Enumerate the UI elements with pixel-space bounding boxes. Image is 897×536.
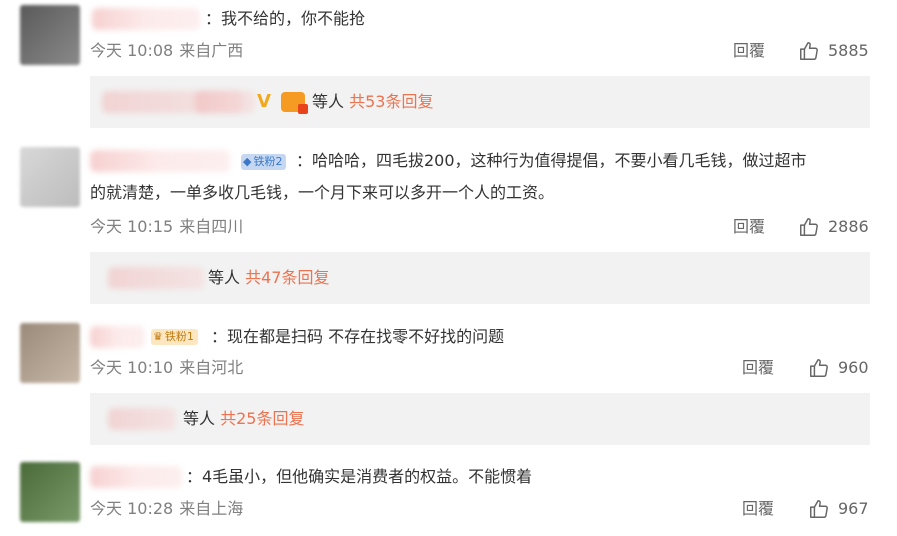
sub-reply-users-suffix: 等人 [183, 409, 216, 428]
sub-reply-users-suffix: 等人 [208, 268, 241, 287]
like-button[interactable]: 2886 [798, 216, 869, 238]
comment-location: 来自河北 [179, 358, 244, 377]
fan-badge-label: 铁粉2 [253, 155, 283, 168]
sub-reply-users-blurred [108, 408, 176, 430]
username-blurred[interactable] [90, 150, 230, 172]
sub-replies-box[interactable]: 等人 共25条回复 [90, 393, 870, 445]
like-button[interactable]: 960 [808, 357, 869, 379]
reply-button[interactable]: 回覆 [733, 216, 765, 238]
thumbs-up-icon [800, 42, 818, 60]
comment-meta: 今天 10:10 来自河北 [90, 357, 243, 379]
crown-member-icon: ♛ [153, 330, 163, 343]
sub-replies-box[interactable]: V 等人 共53条回复 [90, 76, 870, 128]
comment-text: ：我不给的，你不能抢 [205, 9, 366, 28]
reply-button[interactable]: 回覆 [742, 498, 774, 520]
thumbs-up-icon [800, 218, 818, 236]
like-count: 5885 [828, 41, 869, 60]
fan-badge: ◆ 铁粉2 [241, 154, 287, 170]
fan-badge-label: 铁粉1 [164, 330, 194, 343]
comment-location: 来自上海 [179, 499, 244, 518]
like-button[interactable]: 5885 [798, 40, 869, 62]
reply-button[interactable]: 回覆 [733, 40, 765, 62]
avatar[interactable] [20, 323, 80, 383]
sub-reply-count-link[interactable]: 共25条回复 [220, 409, 304, 428]
comment-time: 今天 10:08 [90, 41, 174, 60]
sub-reply-users-suffix: 等人 [312, 92, 345, 111]
like-count: 967 [838, 499, 869, 518]
comment-meta: 今天 10:15 来自四川 [90, 216, 243, 238]
thumbs-up-icon [810, 500, 828, 518]
comment-time: 今天 10:28 [90, 499, 174, 518]
sub-replies-summary: 等人 共47条回复 [208, 267, 329, 289]
comment-time: 今天 10:15 [90, 217, 174, 236]
username-blurred[interactable] [90, 326, 145, 348]
comment-meta: 今天 10:28 来自上海 [90, 498, 243, 520]
comment-location: 来自广西 [179, 41, 244, 60]
sub-reply-count-link[interactable]: 共47条回复 [245, 268, 329, 287]
diamond-icon: ◆ [243, 155, 252, 168]
username-blurred[interactable] [90, 466, 182, 488]
comment-meta: 今天 10:08 来自广西 [90, 40, 243, 62]
sub-replies-summary: 等人 共53条回复 [312, 91, 433, 113]
v-verified-icon: V [257, 91, 271, 112]
sub-replies-summary: 等人 共25条回复 [183, 408, 304, 430]
crown-member-icon [281, 92, 308, 114]
reply-button[interactable]: 回覆 [742, 357, 774, 379]
like-button[interactable]: 967 [808, 498, 869, 520]
like-count: 2886 [828, 217, 869, 236]
sub-reply-users-blurred [108, 267, 204, 289]
avatar[interactable] [20, 462, 80, 522]
username-blurred[interactable] [92, 8, 200, 30]
sub-reply-count-link[interactable]: 共53条回复 [349, 92, 433, 111]
thumbs-up-icon [810, 359, 828, 377]
comment-text: 的就清楚，一单多收几毛钱，一个月下来可以多开一个人的工资。 [90, 183, 555, 202]
comment-text: ：现在都是扫码 不存在找零不好找的问题 [211, 327, 505, 346]
comment-time: 今天 10:10 [90, 358, 174, 377]
avatar[interactable] [20, 147, 80, 207]
like-count: 960 [838, 358, 869, 377]
sub-replies-box[interactable]: 等人 共47条回复 [90, 252, 870, 304]
fan-badge: ♛ 铁粉1 [151, 329, 198, 345]
avatar[interactable] [20, 5, 80, 65]
sub-reply-users-blurred [195, 91, 255, 113]
comment-location: 来自四川 [179, 217, 244, 236]
comment-text: ：4毛虽小，但他确实是消费者的权益。不能惯着 [186, 467, 533, 486]
comment-text: ：哈哈哈，四毛拔200，这种行为值得提倡，不要小看几毛钱，做过超市 [296, 151, 807, 170]
